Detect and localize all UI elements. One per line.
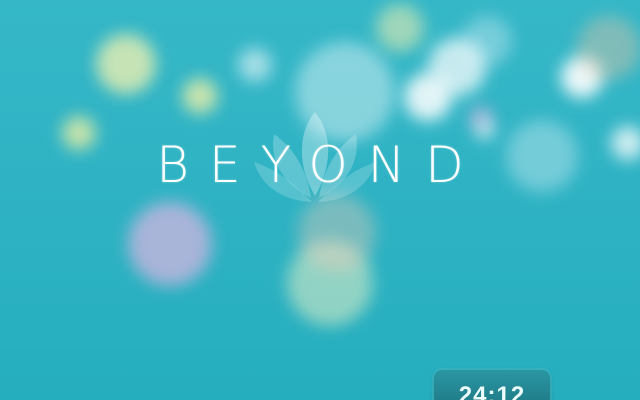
bokeh-light xyxy=(611,126,640,160)
bokeh-light xyxy=(182,78,218,114)
bokeh-light xyxy=(506,120,578,192)
bokeh-light xyxy=(462,16,512,66)
bokeh-light xyxy=(128,202,212,286)
bokeh-light xyxy=(577,16,640,80)
timer-badge: 24:12 xyxy=(434,370,550,400)
bokeh-light xyxy=(238,48,272,82)
title-screen: BEYOND 24:12 xyxy=(0,0,640,400)
timer-value: 24:12 xyxy=(458,382,526,400)
game-title: BEYOND xyxy=(156,136,484,194)
bokeh-light xyxy=(62,116,96,150)
bokeh-light xyxy=(376,4,424,52)
bokeh-light xyxy=(96,34,156,94)
bokeh-light xyxy=(404,73,452,121)
